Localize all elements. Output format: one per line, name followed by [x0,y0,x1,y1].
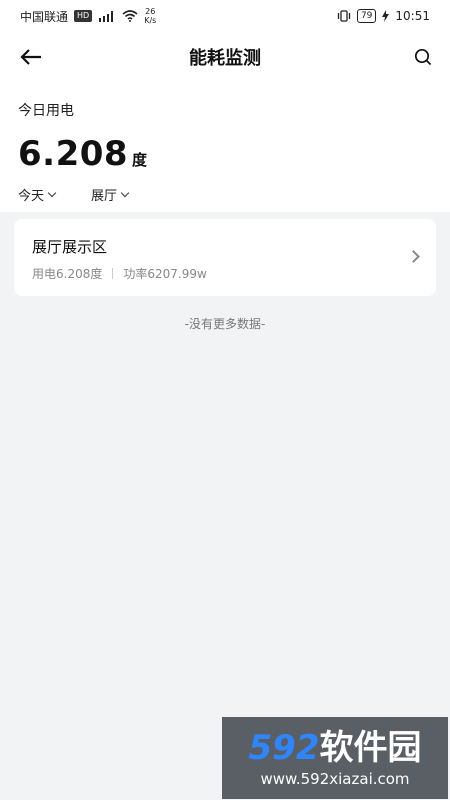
divider [112,268,114,279]
watermark-url: www.592xiazai.com [260,770,410,788]
date-filter-label: 今天 [18,189,45,204]
nav-bar: 能耗监测 [0,32,450,82]
list-item-meta: 用电6.208度 功率6207.99w [32,265,207,282]
today-usage-unit: 度 [132,151,148,169]
watermark-brand-text: 软件园 [319,728,422,768]
search-icon [414,48,432,66]
date-filter-dropdown[interactable]: 今天 [18,185,57,204]
search-button[interactable] [410,44,436,70]
page-title: 能耗监测 [189,48,261,69]
vibrate-icon [337,10,351,22]
watermark-logo: 592软件园 www.592xiazai.com [222,717,448,799]
list-item[interactable]: 展厅展示区 用电6.208度 功率6207.99w [14,219,436,296]
filter-bar: 今天 展厅 [18,185,130,204]
hd-badge: HD [74,10,93,22]
network-speed: 26 K/s [144,7,157,25]
status-bar: 中国联通 HD 26 K/s 79 10:51 [0,0,450,32]
battery-indicator: 79 [356,9,377,23]
today-usage-value: 6.208 [18,134,129,174]
area-filter-dropdown[interactable]: 展厅 [91,185,130,204]
watermark-brand-number: 592 [248,728,320,768]
chevron-down-icon [47,188,57,197]
charging-icon [382,10,390,22]
today-usage-label: 今日用电 [18,103,74,119]
area-filter-label: 展厅 [91,189,118,204]
signal-icon [99,10,114,22]
list-item-usage: 用电6.208度 [32,267,103,281]
list-item-title: 展厅展示区 [32,238,108,256]
carrier-name: 中国联通 [20,9,69,24]
chevron-right-icon [407,250,420,263]
back-button[interactable] [20,44,48,70]
chevron-down-icon [120,188,130,197]
no-more-data-text: -没有更多数据- [184,317,266,331]
today-usage: 6.208 度 [18,134,147,174]
wifi-icon [122,10,138,22]
arrow-left-icon [20,49,41,65]
clock: 10:51 [395,9,430,23]
list-item-power: 功率6207.99w [123,267,207,281]
